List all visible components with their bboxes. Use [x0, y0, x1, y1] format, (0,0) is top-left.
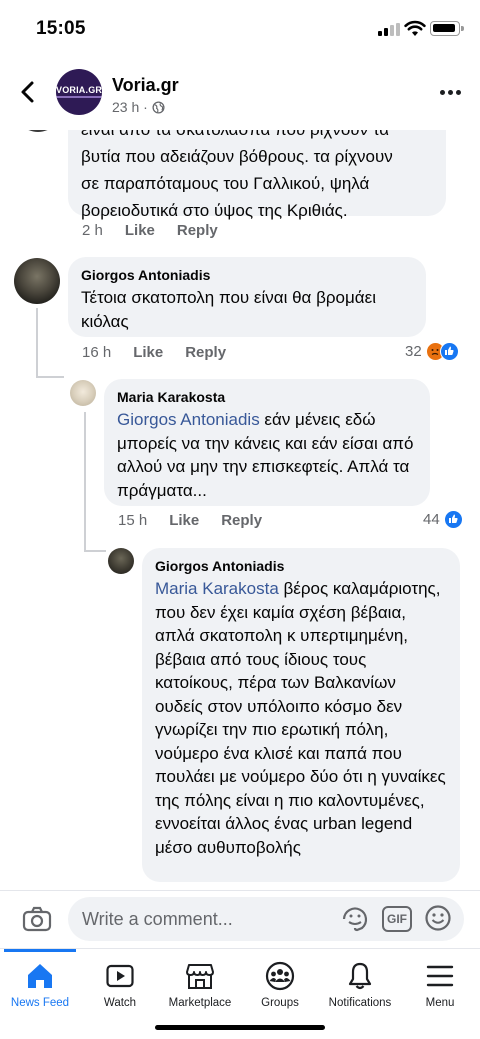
- comment-actions: 16 h Like Reply: [82, 344, 226, 361]
- comment-text: βέρος καλαμάριοτης, που δεν έχει καμία σ…: [155, 579, 446, 857]
- comment-text-line: βορειοδυτικά στο ύψος της Κριθιάς.: [81, 201, 348, 220]
- mention-link[interactable]: Maria Karakosta: [155, 579, 279, 598]
- like-reaction-icon: [443, 510, 463, 529]
- thread-line: [36, 308, 38, 378]
- comment-actions: 15 h Like Reply: [118, 512, 262, 529]
- back-arrow-icon[interactable]: [14, 78, 42, 106]
- post-header: VORIA.GR Voria.gr 23 h ·: [0, 60, 480, 130]
- like-button[interactable]: Like: [133, 344, 163, 361]
- post-time: 23 h ·: [112, 99, 148, 115]
- nav-label: Groups: [261, 997, 299, 1009]
- home-indicator: [155, 1025, 325, 1030]
- nav-groups[interactable]: Groups: [240, 949, 320, 1019]
- nav-marketplace[interactable]: Marketplace: [160, 949, 240, 1019]
- comment-author[interactable]: Maria Karakosta: [117, 389, 417, 405]
- status-bar: 15:05: [0, 0, 480, 60]
- nav-label: Marketplace: [168, 997, 232, 1009]
- camera-icon[interactable]: [22, 905, 52, 933]
- comment-bubble: Giorgos Antoniadis Maria Karakosta βέρος…: [142, 548, 460, 882]
- comment-bubble: είναι από τα σκατόλασπα που ρίχνουν τα β…: [68, 130, 446, 220]
- nav-label: Menu: [425, 997, 455, 1009]
- wifi-icon: [404, 20, 426, 36]
- home-icon: [28, 964, 52, 988]
- mention-link[interactable]: Giorgos Antoniadis: [117, 410, 260, 429]
- thread-line: [36, 376, 64, 378]
- reaction-count: 32: [405, 343, 422, 360]
- comment-avatar[interactable]: [14, 130, 62, 132]
- comment-avatar[interactable]: [14, 258, 60, 304]
- comment-text-line: σε παραπόταμους του Γαλλικού, ψηλά: [81, 174, 370, 193]
- voria-logo: VORIA.GR: [56, 85, 102, 95]
- reaction-summary[interactable]: 44: [423, 510, 463, 529]
- page-avatar[interactable]: VORIA.GR: [56, 69, 102, 115]
- like-reaction-icon: [439, 342, 459, 361]
- comment-text-line: βυτία που αδειάζουν βόθρους. τα ρίχνουν: [81, 147, 393, 166]
- like-button[interactable]: Like: [125, 222, 155, 239]
- comment-author[interactable]: Giorgos Antoniadis: [155, 558, 447, 574]
- nav-menu[interactable]: Menu: [400, 949, 480, 1019]
- comment-avatar[interactable]: [70, 380, 96, 406]
- nav-label: Watch: [103, 997, 137, 1009]
- bottom-nav: News Feed Watch Marketplace Groups Notif…: [0, 948, 480, 1039]
- comment-time: 15 h: [118, 512, 148, 529]
- bell-icon: [348, 962, 372, 990]
- gif-icon[interactable]: GIF: [382, 906, 412, 932]
- status-time: 15:05: [36, 18, 86, 39]
- comment-composer: Write a comment... GIF: [0, 890, 480, 948]
- marketplace-icon: [186, 964, 214, 989]
- reply-button[interactable]: Reply: [185, 344, 226, 361]
- comments-list: είναι από τα σκατόλασπα που ρίχνουν τα β…: [0, 130, 480, 890]
- menu-icon: [426, 965, 454, 987]
- comment-text-line: είναι από τα σκατόλασπα που ρίχνουν τα: [81, 130, 433, 143]
- more-options-icon[interactable]: [440, 90, 462, 96]
- like-button[interactable]: Like: [169, 512, 199, 529]
- nav-watch[interactable]: Watch: [80, 949, 160, 1019]
- reply-button[interactable]: Reply: [177, 222, 218, 239]
- comment-author[interactable]: Giorgos Antoniadis: [81, 267, 413, 283]
- globe-icon: [152, 100, 165, 114]
- comment-time: 16 h: [82, 344, 112, 361]
- thread-line: [84, 412, 86, 552]
- comment-avatar[interactable]: [108, 548, 134, 574]
- emoji-icon[interactable]: [424, 904, 452, 932]
- nav-notifications[interactable]: Notifications: [320, 949, 400, 1019]
- nav-news-feed[interactable]: News Feed: [0, 949, 80, 1019]
- reaction-count: 44: [423, 511, 440, 528]
- groups-icon: [265, 961, 295, 991]
- comment-time: 2 h: [82, 222, 103, 239]
- nav-label: News Feed: [10, 997, 70, 1009]
- reaction-summary[interactable]: 32: [405, 342, 459, 361]
- watch-icon: [106, 964, 134, 988]
- post-meta: 23 h ·: [112, 99, 165, 115]
- page-name[interactable]: Voria.gr: [112, 75, 179, 96]
- comment-bubble: Giorgos Antoniadis Τέτοια σκατοπολη που …: [68, 257, 426, 337]
- thread-line: [84, 550, 106, 552]
- reply-button[interactable]: Reply: [221, 512, 262, 529]
- comment-bubble: Maria Karakosta Giorgos Antoniadis εάν μ…: [104, 379, 430, 506]
- battery-icon: [430, 21, 464, 36]
- nav-label: Notifications: [328, 997, 392, 1009]
- comment-text: Τέτοια σκατοπολη που είναι θα βρομάει κι…: [81, 288, 376, 331]
- active-indicator: [4, 949, 76, 952]
- comment-actions: 2 h Like Reply: [82, 222, 218, 239]
- signal-icon: [378, 23, 400, 36]
- sticker-icon[interactable]: [340, 904, 370, 934]
